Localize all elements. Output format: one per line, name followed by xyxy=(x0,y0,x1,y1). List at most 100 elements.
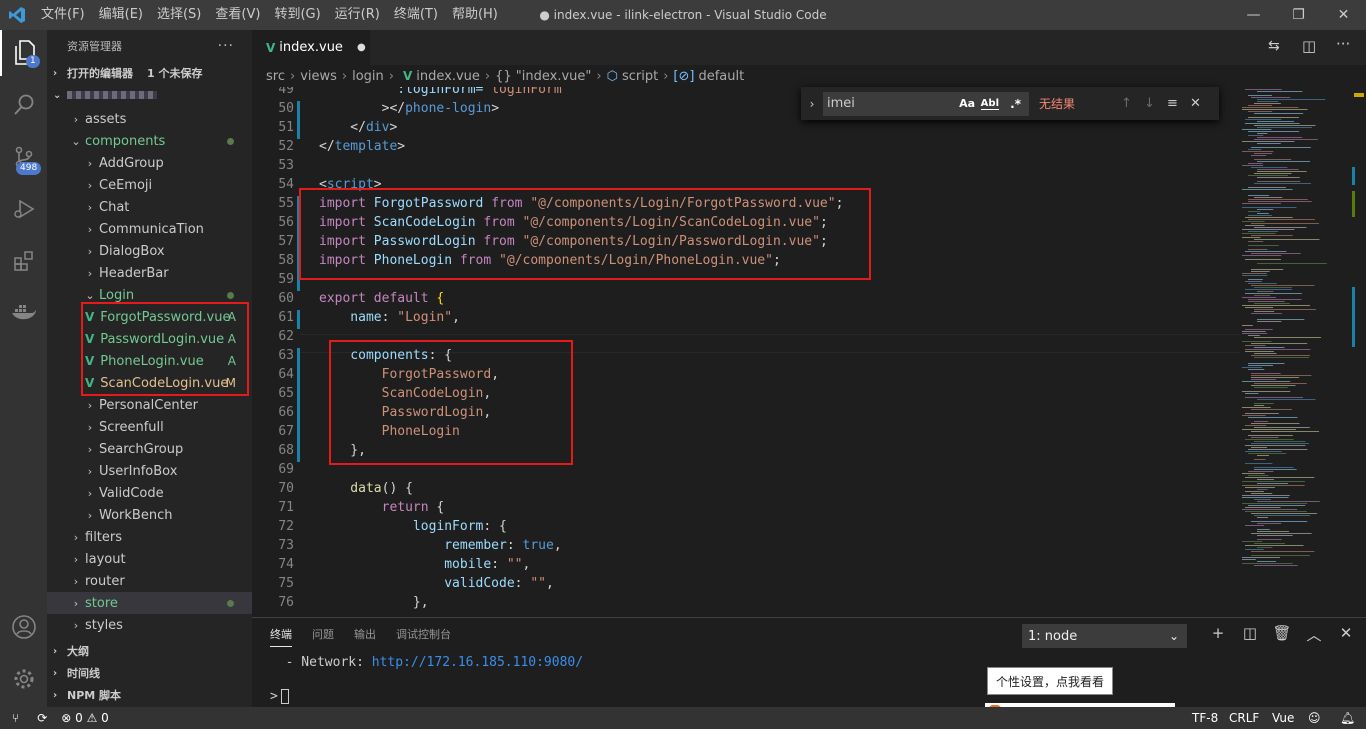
folder-item[interactable]: › store xyxy=(47,592,252,614)
workspace-section[interactable]: ⌄ xyxy=(47,84,252,106)
whole-word-icon[interactable]: Abl xyxy=(980,98,999,110)
minimize-icon[interactable]: — xyxy=(1231,0,1276,30)
close-panel-icon[interactable]: ✕ xyxy=(1330,624,1362,645)
source-control-activity[interactable]: 498 xyxy=(0,134,47,180)
regex-icon[interactable]: .* xyxy=(1010,97,1021,111)
folder-item[interactable]: › filters xyxy=(47,526,252,548)
folder-item[interactable]: › router xyxy=(47,570,252,592)
debug-activity[interactable] xyxy=(0,186,47,232)
trash-icon[interactable]: 🗑 xyxy=(1266,624,1298,645)
more-actions-icon[interactable]: ··· xyxy=(218,38,234,54)
compare-changes-icon[interactable]: ⇆ xyxy=(1268,38,1280,54)
add-terminal-icon[interactable]: + xyxy=(1202,624,1234,645)
docker-activity[interactable] xyxy=(0,290,47,336)
terminal-select[interactable]: 1: node ⌄ xyxy=(1022,624,1187,648)
panel-tab[interactable]: 终端 xyxy=(270,626,292,647)
editor-scrollbar[interactable] xyxy=(1352,87,1366,617)
remote-icon[interactable]: ⑂ xyxy=(12,711,19,725)
folder-item[interactable]: › AddGroup xyxy=(47,152,252,174)
chevron-right-icon[interactable]: › xyxy=(801,97,823,111)
terminal-line: - Network: http://172.16.185.110:9080/ xyxy=(270,655,583,670)
breadcrumb-item[interactable]: script xyxy=(622,69,658,84)
chevron-right-icon: › xyxy=(87,156,93,170)
unsaved-dot-icon[interactable]: ● xyxy=(357,42,366,53)
breadcrumb-item[interactable]: {} "index.vue" xyxy=(495,69,591,84)
folder-item[interactable]: › HeaderBar xyxy=(47,262,252,284)
find-input[interactable]: imei Aa Abl .* xyxy=(823,91,1029,116)
find-in-selection-icon[interactable]: ≡ xyxy=(1161,96,1184,111)
minimap-line xyxy=(1254,383,1307,384)
line-number: 74 xyxy=(278,557,294,572)
maximize-panel-icon[interactable]: ︿ xyxy=(1298,624,1330,645)
minimap[interactable] xyxy=(1240,87,1352,617)
code-line: validCode: "", xyxy=(319,576,554,591)
menu-item[interactable]: 选择(S) xyxy=(150,0,208,30)
panel-tab[interactable]: 问题 xyxy=(312,626,334,647)
close-window-icon[interactable]: ✕ xyxy=(1321,0,1366,30)
explorer-activity[interactable]: 1 xyxy=(0,30,47,76)
problems-indicator[interactable]: ⊗ 0 ⚠ 0 xyxy=(61,711,109,725)
extensions-activity[interactable] xyxy=(0,238,47,284)
minimap-line xyxy=(1245,349,1311,350)
menu-item[interactable]: 查看(V) xyxy=(208,0,267,30)
breadcrumb-item[interactable]: src xyxy=(266,69,285,84)
tab-index-vue[interactable]: V index.vue ● xyxy=(252,30,370,65)
timeline-section[interactable]: › 时间线 xyxy=(47,662,252,684)
menu-item[interactable]: 编辑(E) xyxy=(92,0,150,30)
folder-item[interactable]: › WorkBench xyxy=(47,504,252,526)
menu-item[interactable]: 文件(F) xyxy=(34,0,92,30)
manage-activity[interactable] xyxy=(0,656,47,702)
code-editor[interactable]: 49 :loginForm="loginForm" 50 ></phone-log… xyxy=(252,87,1240,617)
open-editors-section[interactable]: › 打开的编辑器 1 个未保存 xyxy=(47,62,252,84)
folder-item[interactable]: › CommunicaTion xyxy=(47,218,252,240)
encoding[interactable]: TF-8 xyxy=(1192,711,1218,725)
terminal-prompt[interactable]: > xyxy=(270,689,289,704)
folder-item[interactable]: › DialogBox xyxy=(47,240,252,262)
search-activity[interactable] xyxy=(0,82,47,128)
folder-item[interactable]: › Chat xyxy=(47,196,252,218)
breadcrumb-item[interactable]: default xyxy=(698,69,744,84)
restore-icon[interactable]: ❐ xyxy=(1276,0,1321,30)
folder-item[interactable]: › assets xyxy=(47,108,252,130)
breadcrumb-item[interactable]: index.vue xyxy=(416,69,480,84)
breadcrumb-item[interactable]: views xyxy=(300,69,337,84)
outline-section[interactable]: › 大纲 xyxy=(47,640,252,662)
folder-item[interactable]: › ValidCode xyxy=(47,482,252,504)
chevron-right-icon: › xyxy=(53,667,58,679)
folder-item[interactable]: › styles xyxy=(47,614,252,636)
folder-item[interactable]: › SearchGroup xyxy=(47,438,252,460)
panel-tab[interactable]: 输出 xyxy=(354,626,376,647)
folder-item[interactable]: › layout xyxy=(47,548,252,570)
line-ending[interactable]: CRLF xyxy=(1229,711,1259,725)
close-find-icon[interactable]: ✕ xyxy=(1184,96,1207,111)
match-case-icon[interactable]: Aa xyxy=(959,97,975,110)
panel-tab[interactable]: 调试控制台 xyxy=(396,626,451,647)
network-url[interactable]: http://172.16.185.110:9080/ xyxy=(372,655,583,670)
modified-gutter-marker xyxy=(297,443,300,462)
more-actions-icon[interactable]: ··· xyxy=(1336,35,1350,53)
split-editor-icon[interactable]: ◫ xyxy=(1302,37,1316,55)
feedback-icon[interactable]: ☺ xyxy=(1308,711,1321,725)
npm-section[interactable]: › NPM 脚本 xyxy=(47,684,252,706)
menu-item[interactable]: 帮助(H) xyxy=(445,0,505,30)
folder-item[interactable]: › Screenfull xyxy=(47,416,252,438)
folder-item[interactable]: ⌄ components xyxy=(47,130,252,152)
code-line: mobile: "", xyxy=(319,557,530,572)
folder-item[interactable]: › CeEmoji xyxy=(47,174,252,196)
minimap-line xyxy=(1242,541,1263,542)
minimap-line xyxy=(1242,415,1266,416)
bell-icon[interactable]: 🔔︎ xyxy=(1340,711,1355,725)
previous-match-icon[interactable]: ↑ xyxy=(1115,96,1138,111)
split-terminal-icon[interactable]: ◫ xyxy=(1234,624,1266,645)
menu-item[interactable]: 转到(G) xyxy=(267,0,327,30)
accounts-activity[interactable] xyxy=(0,604,47,650)
menu-item[interactable]: 终端(T) xyxy=(387,0,445,30)
language-mode[interactable]: Vue xyxy=(1272,711,1294,725)
sync-icon[interactable]: ⟳ xyxy=(37,711,47,725)
folder-item[interactable]: › UserInfoBox xyxy=(47,460,252,482)
breadcrumb-item[interactable]: login xyxy=(352,69,384,84)
menu-item[interactable]: 运行(R) xyxy=(328,0,387,30)
next-match-icon[interactable]: ↓ xyxy=(1138,96,1161,111)
folder-item[interactable]: › PersonalCenter xyxy=(47,394,252,416)
minimap-line xyxy=(1254,469,1297,470)
